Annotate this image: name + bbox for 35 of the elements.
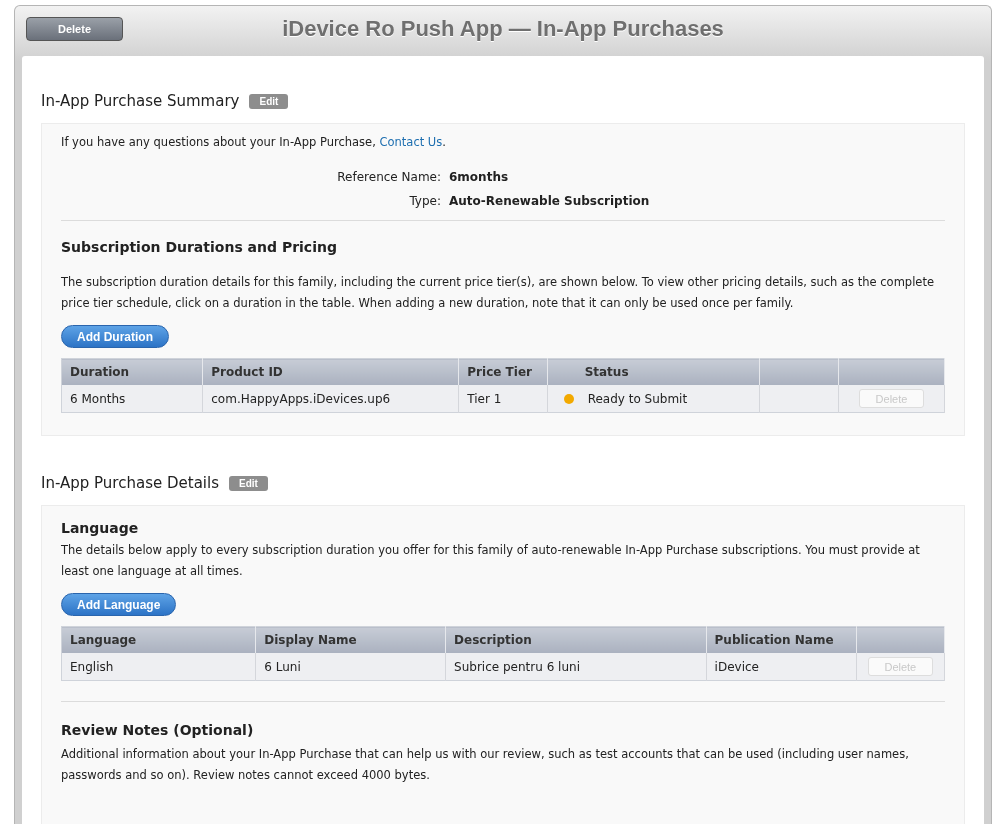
section-heading: In-App Purchase Summary [41, 92, 240, 110]
description-text: The details below apply to every subscription duration you offer for this family of auto-renewable In-App Purchase subscriptions. You must provide at least one language at all times. [61, 542, 921, 580]
subsection-heading: Language [61, 520, 140, 536]
column-header: Status [547, 358, 760, 385]
edit-button[interactable]: Edit [249, 93, 289, 109]
column-header: Product ID [202, 358, 459, 385]
add-language-button[interactable]: Add Language [61, 593, 177, 616]
field-label: Type: [408, 194, 441, 208]
field-value: Auto-Renewable Subscription [449, 194, 651, 208]
column-header: Publication Name [706, 626, 857, 653]
description-text: The subscription duration details for this family, including the current price tier(s), are shown below. To view other pricing details, such as the complete price tier schedule, click on a duration in the table. When adding a new duration, note that it can only be used once per family. [61, 274, 935, 312]
delete-button[interactable]: Delete [26, 17, 123, 41]
table-cell: 6 Months [61, 385, 203, 413]
column-header: Description [445, 626, 707, 653]
column-header: Duration [61, 358, 203, 385]
section-heading: In-App Purchase Details [41, 474, 219, 492]
edit-button[interactable]: Edit [229, 475, 268, 491]
table-cell: com.HappyApps.iDevices.up6 [202, 385, 459, 413]
table-cell: Subrice pentru 6 luni [445, 653, 707, 681]
field-label: Reference Name: [336, 170, 441, 184]
table-cell: 6 Luni [255, 653, 446, 681]
page-title: iDevice Ro Push App — In-App Purchases [282, 16, 724, 42]
description-text: Additional information about your In-App Purchase that can help us with our review, such as test accounts that can be used (including user names, passwords and so on). Review notes cannot exceed 4000 bytes. [61, 746, 910, 784]
table-cell: iDevice [706, 653, 857, 681]
table-cell: English [61, 653, 256, 681]
subsection-heading: Subscription Durations and Pricing [61, 239, 338, 255]
column-header: Display Name [255, 626, 446, 653]
column-header: Price Tier [458, 358, 548, 385]
field-value: 6months [449, 170, 510, 184]
column-header: Language [61, 626, 256, 653]
table-cell: Tier 1 [458, 385, 548, 413]
contact-text: If you have any questions about your In-App Purchase, Contact Us. [61, 134, 447, 151]
add-duration-button[interactable]: Add Duration [61, 325, 169, 348]
table-cell: Ready to Submit [587, 391, 688, 406]
subsection-heading: Review Notes (Optional) [61, 722, 255, 738]
